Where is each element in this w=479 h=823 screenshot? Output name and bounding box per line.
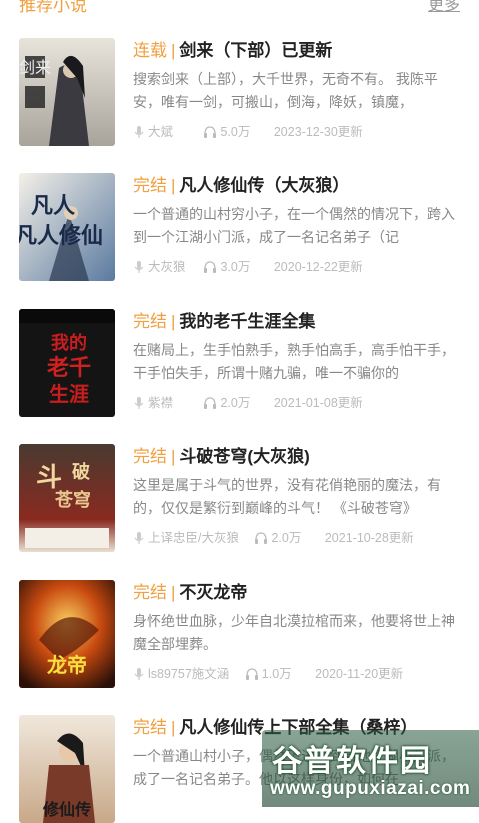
book-description: 一个普通的山村穷小子，在一个偶然的情况下，跨入到一个江湖小门派，成了一名记名弟子…	[133, 206, 455, 245]
author-name: ls89757施文涵	[148, 667, 230, 681]
update-date: 2021-10-28更新	[324, 531, 414, 545]
book-cover[interactable]: 我的 老千 生涯 我的老千生涯	[19, 309, 115, 417]
item-title-line[interactable]: 完结 | 我的老千生涯全集	[133, 309, 315, 335]
cover-text: 龙帝	[47, 653, 87, 677]
svg-text:生涯: 生涯	[49, 382, 89, 406]
svg-text:凡人: 凡人	[31, 193, 75, 219]
update-date: 2021-01-08更新	[273, 396, 363, 410]
book-title: 剑来（下部）已更新	[179, 41, 333, 60]
headphones-icon	[203, 260, 217, 279]
book-title: 斗破苍穹(大灰狼)	[179, 447, 310, 466]
book-description: 身怀绝世血脉，少年自北漠拉棺而来，他要将世上神魔全部埋葬。	[133, 613, 455, 652]
microphone-icon	[133, 531, 145, 550]
play-count: 3.0万	[220, 260, 251, 274]
author-name: 紫襟	[148, 396, 174, 410]
book-cover[interactable]: 斗 破 苍穹 斗破苍穹	[19, 444, 115, 552]
svg-text:苍穹: 苍穹	[54, 489, 91, 511]
book-description: 搜索剑来（上部），大千世界，无奇不有。 我陈平安，唯有一剑，可搬山，倒海，降妖，…	[133, 71, 438, 110]
headphones-icon	[254, 531, 268, 550]
play-count: 1.0万	[261, 667, 292, 681]
watermark: 谷普软件园 www.gupuxiazai.com	[262, 730, 479, 807]
author-name: 大灰狼	[148, 260, 186, 274]
list-item[interactable]: 斗 破 苍穹 斗破苍穹 完结 | 斗破苍穹(大灰狼) 这里是属于斗气的世界，没有花俏…	[0, 428, 479, 552]
list-item[interactable]: 龙帝 完结 | 不灭龙帝 身怀绝世血脉，少年自北漠拉棺而来，他要将世上神魔全部埋葬。…	[0, 564, 479, 688]
play-count: 5.0万	[220, 125, 251, 139]
book-title: 我的老千生涯全集	[179, 312, 316, 331]
book-meta: 紫襟 2.0万 2021-01-08更新	[133, 394, 363, 412]
item-title-line[interactable]: 完结 | 斗破苍穹(大灰狼)	[133, 444, 310, 470]
update-date: 2020-12-22更新	[273, 260, 363, 274]
status-badge: 完结	[133, 312, 167, 331]
item-title-line[interactable]: 完结 | 凡人修仙传（大灰狼）	[133, 173, 349, 199]
book-description: 这里是属于斗气的世界，没有花俏艳丽的魔法，有的，仅仅是繁衍到巅峰的斗气！ 《斗破…	[133, 477, 441, 516]
item-title-line[interactable]: 连载 | 剑来（下部）已更新	[133, 38, 332, 64]
cover-text: 凡人修仙	[19, 223, 103, 249]
microphone-icon	[133, 667, 145, 686]
play-count: 2.0万	[220, 396, 251, 410]
headphones-icon	[203, 396, 217, 415]
svg-text:破: 破	[72, 461, 90, 483]
status-badge: 完结	[133, 447, 167, 466]
microphone-icon	[133, 396, 145, 415]
svg-text:斗: 斗	[36, 463, 62, 493]
update-date: 2023-12-30更新	[273, 125, 363, 139]
book-title: 凡人修仙传（大灰狼）	[179, 176, 350, 195]
cover-text: 修仙传	[42, 800, 91, 819]
book-cover[interactable]: 剑来	[19, 38, 115, 146]
headphones-icon	[203, 125, 217, 144]
play-count: 2.0万	[271, 531, 302, 545]
svg-text:我的: 我的	[51, 332, 87, 354]
microphone-icon	[133, 260, 145, 279]
status-badge: 完结	[133, 718, 167, 737]
more-link[interactable]: 更多	[428, 0, 460, 15]
book-cover[interactable]: 龙帝	[19, 580, 115, 688]
status-badge: 完结	[133, 176, 167, 195]
book-cover[interactable]: 凡人 凡人修仙	[19, 173, 115, 281]
book-meta: ls89757施文涵 1.0万 2020-11-20更新	[133, 665, 403, 683]
item-title-line[interactable]: 完结 | 不灭龙帝	[133, 580, 247, 606]
update-date: 2020-11-20更新	[315, 667, 404, 681]
watermark-url: www.gupuxiazai.com	[270, 778, 471, 799]
svg-text:老千: 老千	[46, 355, 91, 381]
status-badge: 完结	[133, 583, 167, 602]
list-item[interactable]: 剑来 连载 | 剑来（下部）已更新 搜索剑来（上部），大千世界，无奇不有。 我陈平安…	[0, 22, 479, 146]
book-title: 不灭龙帝	[179, 583, 248, 602]
microphone-icon	[133, 125, 145, 144]
section-title: 推荐小说	[19, 0, 87, 15]
book-meta: 大灰狼 3.0万 2020-12-22更新	[133, 258, 363, 276]
book-description: 在赌局上，生手怕熟手，熟手怕高手，高手怕干手，干手怕失手，所谓十赌九骗，唯一不骗…	[133, 342, 455, 381]
list-item[interactable]: 凡人 凡人修仙 完结 | 凡人修仙传（大灰狼） 一个普通的山村穷小子，在一个偶然的情…	[0, 157, 479, 281]
cover-text: 剑来	[19, 58, 51, 77]
section-header: 推荐小说 更多	[0, 0, 479, 22]
book-meta: 上译忠臣/大灰狼 2.0万 2021-10-28更新	[133, 529, 414, 547]
watermark-title: 谷普软件园	[272, 745, 432, 778]
author-name: 上译忠臣/大灰狼	[148, 531, 239, 545]
list-item[interactable]: 我的 老千 生涯 我的老千生涯 完结 | 我的老千生涯全集 在赌局上，生手怕熟手，熟…	[0, 293, 479, 417]
status-badge: 连载	[133, 41, 167, 60]
author-name: 大斌	[148, 125, 174, 139]
book-meta: 大斌 5.0万 2023-12-30更新	[133, 123, 363, 141]
headphones-icon	[245, 667, 259, 686]
